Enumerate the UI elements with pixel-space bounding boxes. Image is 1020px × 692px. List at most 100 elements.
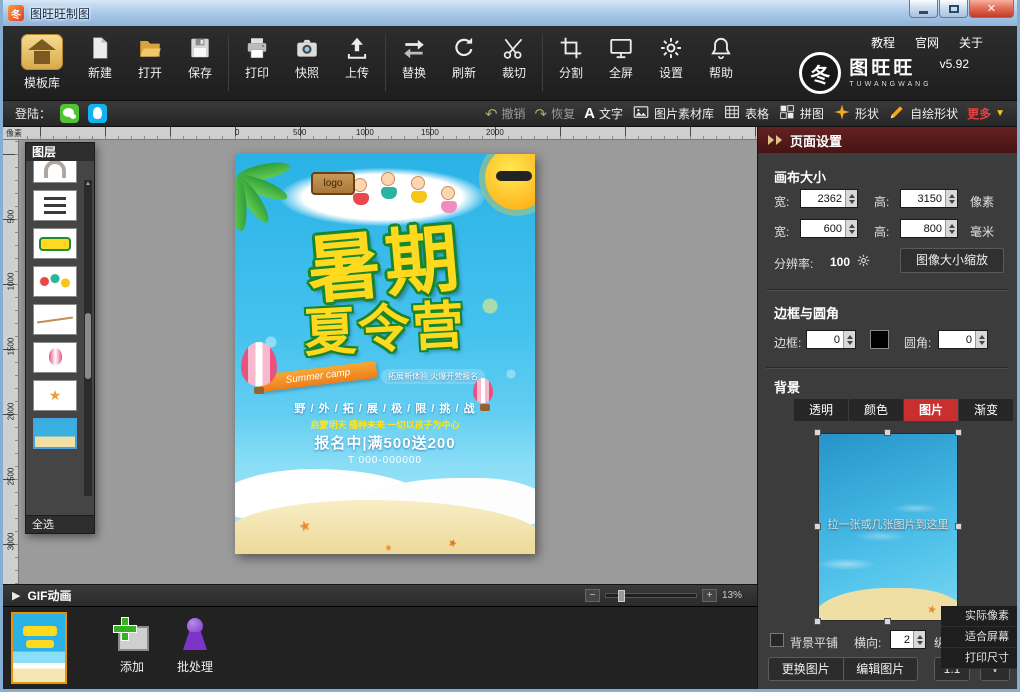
layer-thumb-beach-selected[interactable] xyxy=(33,418,77,449)
toolbar-refresh-button[interactable]: 刷新 xyxy=(439,31,489,81)
scrollbar-thumb[interactable] xyxy=(85,313,91,379)
resize-handle[interactable] xyxy=(814,429,821,436)
zoom-level: 13% xyxy=(722,590,748,601)
resize-handle[interactable] xyxy=(955,429,962,436)
sunglasses-graphic xyxy=(496,171,532,181)
gif-animation-label[interactable]: GIF动画 xyxy=(27,587,71,604)
border-corner-title: 边框与圆角 xyxy=(774,303,839,322)
link-tutorial[interactable]: 教程 xyxy=(871,34,895,51)
border-color-swatch[interactable] xyxy=(870,330,889,349)
resize-handle[interactable] xyxy=(884,618,891,625)
image-resize-button[interactable]: 图像大小缩放 xyxy=(900,248,1004,273)
corner-stepper[interactable]: 0 xyxy=(938,330,988,349)
layer-thumb-kids[interactable] xyxy=(33,266,77,297)
height-mm-stepper[interactable]: 800 xyxy=(900,219,958,238)
layer-thumb-line[interactable] xyxy=(33,304,77,335)
text-tool-button[interactable]: A 文字 xyxy=(584,105,623,122)
zoom-slider-thumb[interactable] xyxy=(618,590,625,602)
toolbar-upload-button[interactable]: 上传 xyxy=(332,31,382,81)
height-px-stepper[interactable]: 3150 xyxy=(900,189,958,208)
scroll-up-icon[interactable]: ▲ xyxy=(84,180,92,189)
toolbar-print-button[interactable]: 打印 xyxy=(232,31,282,81)
resize-handle[interactable] xyxy=(955,523,962,530)
redo-button[interactable]: ↷ 恢复 xyxy=(535,105,576,123)
more-button[interactable]: 更多 ▼ xyxy=(967,105,1005,122)
toolbar-crop-button[interactable]: 裁切 xyxy=(489,31,539,81)
tab-gradient[interactable]: 渐变 xyxy=(959,399,1013,421)
toolbar-split-button[interactable]: 分割 xyxy=(546,31,596,81)
width-px-stepper[interactable]: 2362 xyxy=(800,189,858,208)
toolbar-settings-button[interactable]: 设置 xyxy=(646,31,696,81)
link-official-site[interactable]: 官网 xyxy=(915,34,939,51)
resolution-gear-icon[interactable] xyxy=(856,253,871,268)
resize-handle[interactable] xyxy=(884,429,891,436)
stepper-arrows[interactable] xyxy=(975,331,987,348)
toolbar-fullscreen-button[interactable]: 全屏 xyxy=(596,31,646,81)
layers-scrollbar[interactable]: ▲ xyxy=(84,180,92,496)
wechat-login-icon[interactable] xyxy=(60,104,79,123)
resize-handle[interactable] xyxy=(814,618,821,625)
toolbar-replace-button[interactable]: 替换 xyxy=(389,31,439,81)
select-all-button[interactable]: 全选 xyxy=(26,515,94,533)
tab-color[interactable]: 颜色 xyxy=(849,399,903,421)
horizontal-tile-stepper[interactable]: 2 xyxy=(890,630,926,649)
add-page-button[interactable]: 添加 xyxy=(103,617,161,675)
stepper-arrows[interactable] xyxy=(843,331,855,348)
zoom-in-button[interactable]: + xyxy=(702,589,717,602)
draw-shape-tool-button[interactable]: 自绘形状 xyxy=(888,103,958,124)
text-tool-icon: A xyxy=(584,105,595,122)
home-icon xyxy=(21,34,63,70)
image-library-button[interactable]: 图片素材库 xyxy=(632,103,714,124)
table-tool-button[interactable]: 表格 xyxy=(723,103,769,124)
stepper-arrows[interactable] xyxy=(913,631,925,648)
minimize-icon xyxy=(919,11,928,14)
stepper-arrows[interactable] xyxy=(845,220,857,237)
stepper-arrows[interactable] xyxy=(945,220,957,237)
sun-graphic xyxy=(485,154,535,210)
play-icon[interactable]: ▶ xyxy=(12,589,20,602)
qq-login-icon[interactable] xyxy=(88,104,107,123)
page-thumbnail-selected[interactable] xyxy=(11,612,67,684)
toolbar-snapshot-button[interactable]: 快照 xyxy=(282,31,332,81)
zoom-out-button[interactable]: − xyxy=(585,589,600,602)
maximize-button[interactable] xyxy=(939,0,968,18)
puzzle-tool-button[interactable]: 拼图 xyxy=(778,103,824,124)
layer-thumb-title-text[interactable] xyxy=(33,228,77,259)
resize-handle[interactable] xyxy=(814,523,821,530)
batch-process-button[interactable]: 批处理 xyxy=(166,617,224,675)
view-fit-screen[interactable]: 适合屏幕 xyxy=(941,627,1017,648)
minimize-button[interactable] xyxy=(909,0,938,18)
edit-image-button[interactable]: 编辑图片 xyxy=(843,658,918,680)
view-actual-pixels[interactable]: 实际像素 xyxy=(941,606,1017,627)
toolbar-help-button[interactable]: 帮助 xyxy=(696,31,746,81)
batch-piece-icon xyxy=(176,617,214,653)
toolbar-save-button[interactable]: 保存 xyxy=(175,31,225,81)
toolbar-new-button[interactable]: 新建 xyxy=(75,31,125,81)
bottom-bar: 添加 批处理 xyxy=(3,606,757,689)
layer-thumb-text[interactable] xyxy=(33,190,77,221)
tab-transparent[interactable]: 透明 xyxy=(794,399,848,421)
view-print-size[interactable]: 打印尺寸 xyxy=(941,648,1017,669)
link-about[interactable]: 关于 xyxy=(959,34,983,51)
undo-button[interactable]: ↶ 撤销 xyxy=(485,105,526,123)
zoom-slider[interactable] xyxy=(605,593,697,598)
change-image-button[interactable]: 更换图片 xyxy=(769,658,843,680)
layer-thumb-starfish[interactable]: ★ xyxy=(33,380,77,411)
width-mm-stepper[interactable]: 600 xyxy=(800,219,858,238)
border-stepper[interactable]: 0 xyxy=(806,330,856,349)
background-image-preview[interactable]: ★ 拉一张或几张图片到这里 xyxy=(818,433,958,621)
layer-thumb-arch[interactable] xyxy=(33,161,77,183)
poster-canvas[interactable]: logo 暑期 夏令营 Summer camp 拓展新体验 火爆开营报名 野 /… xyxy=(235,154,535,554)
layer-thumb-balloon[interactable] xyxy=(33,342,77,373)
toolbar-open-button[interactable]: 打开 xyxy=(125,31,175,81)
close-button[interactable]: ✕ xyxy=(969,0,1014,18)
tile-background-checkbox[interactable] xyxy=(770,633,784,647)
stepper-arrows[interactable] xyxy=(945,190,957,207)
border-label: 边框: xyxy=(774,334,801,351)
stepper-arrows[interactable] xyxy=(845,190,857,207)
top-links: 教程 官网 关于 xyxy=(871,34,983,51)
shape-tool-button[interactable]: 形状 xyxy=(833,103,879,124)
view-menu: 实际像素 适合屏幕 打印尺寸 xyxy=(941,606,1017,669)
tab-image[interactable]: 图片 xyxy=(904,399,958,421)
template-library-button[interactable]: 模板库 xyxy=(9,31,75,91)
